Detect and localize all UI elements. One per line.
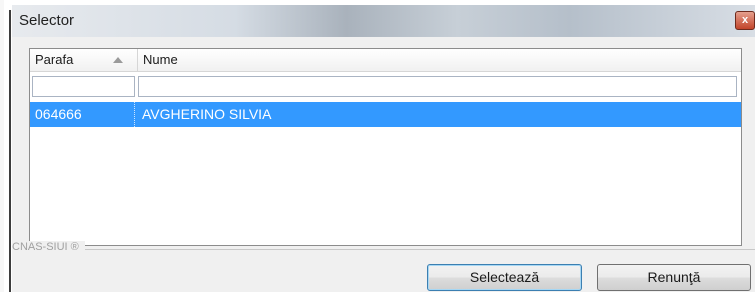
- close-icon: x: [741, 14, 749, 26]
- background-window-edge: [0, 0, 11, 292]
- sort-ascending-icon: [113, 57, 123, 63]
- grid-header: Parafa Nume: [30, 49, 741, 72]
- selector-dialog: Selector x Parafa Nume 064666 AVGHERINO …: [12, 5, 755, 292]
- title-bar[interactable]: Selector x: [12, 5, 755, 37]
- dialog-body: Parafa Nume 064666 AVGHERINO SILVIA CNAS…: [12, 37, 755, 292]
- filter-parafa-input[interactable]: [32, 76, 135, 97]
- column-header-parafa[interactable]: Parafa: [30, 49, 138, 71]
- select-button[interactable]: Selectează: [427, 264, 582, 291]
- column-header-label: Nume: [143, 52, 178, 67]
- filter-nume-input[interactable]: [138, 76, 737, 97]
- table-row[interactable]: 064666 AVGHERINO SILVIA: [30, 102, 741, 127]
- window-title: Selector: [19, 12, 75, 29]
- column-header-label: Parafa: [35, 52, 74, 67]
- cancel-button[interactable]: Renunţă: [597, 264, 751, 291]
- column-header-nume[interactable]: Nume: [138, 49, 688, 71]
- cell-nume: AVGHERINO SILVIA: [142, 106, 272, 122]
- group-label: CNAS-SIUI ®: [12, 241, 85, 253]
- group-divider: [12, 249, 755, 250]
- background-window-border: [9, 10, 11, 292]
- cell-parafa: 064666: [30, 102, 135, 127]
- close-button[interactable]: x: [735, 11, 755, 30]
- filter-row: [30, 72, 741, 101]
- results-grid: Parafa Nume 064666 AVGHERINO SILVIA: [29, 48, 742, 246]
